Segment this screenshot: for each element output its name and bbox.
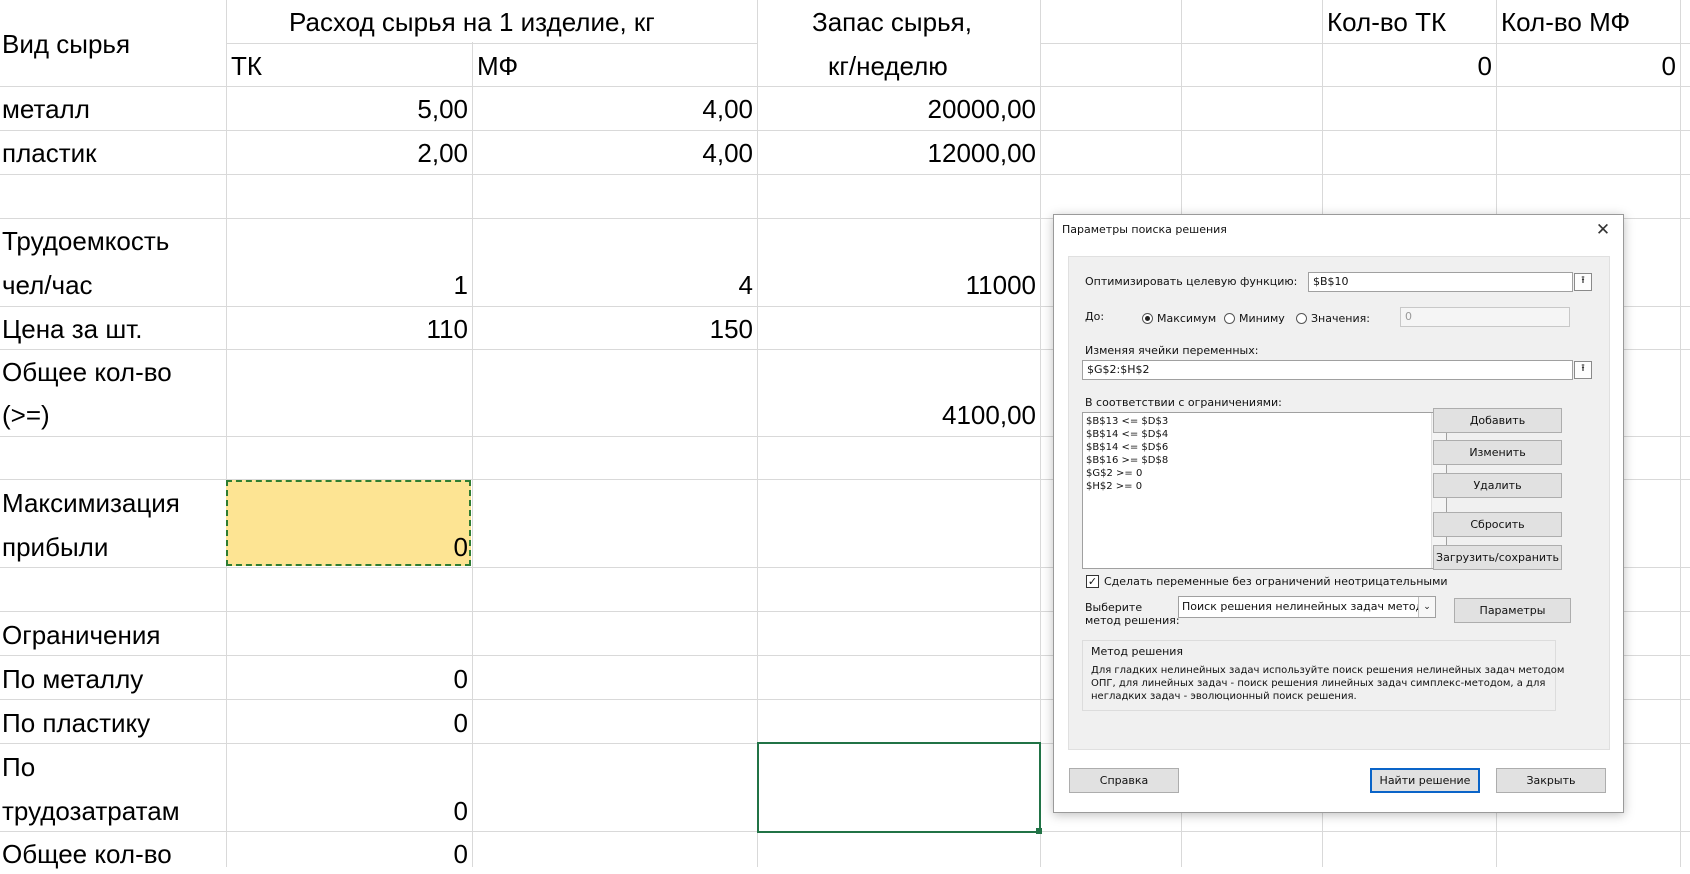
row-label-c-metal[interactable]: По металлу [2, 659, 143, 699]
close-button[interactable]: Закрыть [1496, 768, 1606, 793]
qty-tk-value[interactable]: 0 [1330, 46, 1492, 86]
header-qty-tk[interactable]: Кол-во ТК [1327, 2, 1446, 42]
grid-row-line [0, 130, 1690, 131]
constraints-list[interactable]: $B$13 <= $D$3 $B$14 <= $D$4 $B$14 <= $D$… [1082, 412, 1447, 569]
maxprofit-value[interactable]: 0 [230, 527, 468, 567]
changing-collapse-icon[interactable]: ⭱ [1574, 361, 1592, 379]
objective-input[interactable]: $B$10 [1308, 272, 1573, 292]
header-qty-mf[interactable]: Кол-во МФ [1501, 2, 1630, 42]
to-label: До: [1085, 310, 1105, 323]
total-stock-value[interactable]: 4100,00 [760, 395, 1036, 435]
method-desc-line2: ОПГ, для линейных задач - поиск решения … [1091, 678, 1546, 689]
method-desc-line3: негладких задач - эволюционный поиск реш… [1091, 691, 1357, 702]
header-material-type[interactable]: Вид сырья [2, 24, 130, 64]
value-input[interactable]: 0 [1400, 307, 1570, 327]
row-label-c-total[interactable]: Общее кол-во [2, 834, 172, 874]
row-label-c-plastic[interactable]: По пластику [2, 703, 150, 743]
objective-label: Оптимизировать целевую функцию: [1085, 275, 1298, 288]
grid-row-line [226, 43, 757, 44]
metal-tk-value[interactable]: 5,00 [230, 89, 468, 129]
constraint-item[interactable]: $B$14 <= $D$4 [1083, 428, 1446, 441]
parameters-button[interactable]: Параметры [1454, 598, 1571, 623]
method-desc-line1: Для гладких нелинейных задач используйте… [1091, 665, 1565, 676]
nonneg-checkbox[interactable]: ✓ [1086, 575, 1099, 588]
method-select-value: Поиск решения нелинейных задач методом О… [1182, 600, 1436, 613]
radio-max-label[interactable]: Максимум [1157, 312, 1216, 325]
changing-cells-input[interactable]: $G$2:$H$2 [1082, 360, 1573, 380]
metal-mf-value[interactable]: 4,00 [476, 89, 753, 129]
qty-mf-value[interactable]: 0 [1500, 46, 1676, 86]
add-button[interactable]: Добавить [1433, 408, 1562, 433]
nonneg-label[interactable]: Сделать переменные без ограничений неотр… [1104, 575, 1448, 588]
price-mf-value[interactable]: 150 [476, 309, 753, 349]
dialog-body: Оптимизировать целевую функцию: $B$10 ⭱ … [1068, 256, 1610, 750]
header-usage-per-item[interactable]: Расход сырья на 1 изделие, кг [289, 2, 655, 42]
labor-mf-value[interactable]: 4 [476, 265, 753, 305]
change-button[interactable]: Изменить [1433, 440, 1562, 465]
header-tk[interactable]: ТК [231, 46, 262, 86]
metal-stock-value[interactable]: 20000,00 [760, 89, 1036, 129]
plastic-tk-value[interactable]: 2,00 [230, 133, 468, 173]
method-select[interactable]: Поиск решения нелинейных задач методом О… [1178, 596, 1436, 618]
grid-row-line [0, 174, 1690, 175]
c-plastic-value[interactable]: 0 [230, 703, 468, 743]
method-label-line1: Выберите [1085, 601, 1143, 614]
dialog-title: Параметры поиска решения [1062, 223, 1227, 236]
radio-min-label[interactable]: Миниму [1239, 312, 1285, 325]
row-label-constraints[interactable]: Ограничения [2, 615, 160, 655]
header-stock-line2[interactable]: кг/неделю [828, 46, 948, 86]
c-total-value[interactable]: 0 [230, 834, 468, 874]
constraint-item[interactable]: $B$13 <= $D$3 [1083, 415, 1446, 428]
header-stock-line1[interactable]: Запас сырья, [812, 2, 972, 42]
load-save-button[interactable]: Загрузить/сохранить [1433, 545, 1562, 570]
row-label-c-labor-line1[interactable]: По [2, 747, 35, 787]
constraint-item[interactable]: $G$2 >= 0 [1083, 467, 1446, 480]
price-tk-value[interactable]: 110 [230, 309, 468, 349]
labor-stock-value[interactable]: 11000 [760, 265, 1036, 305]
plastic-mf-value[interactable]: 4,00 [476, 133, 753, 173]
close-icon[interactable]: ✕ [1589, 216, 1617, 244]
constraint-item[interactable]: $B$16 >= $D$8 [1083, 454, 1446, 467]
grid-row-line [1040, 43, 1690, 44]
chevron-down-icon[interactable]: ⌄ [1418, 597, 1435, 617]
reset-button[interactable]: Сбросить [1433, 512, 1562, 537]
radio-max[interactable] [1142, 313, 1153, 324]
plastic-stock-value[interactable]: 12000,00 [760, 133, 1036, 173]
active-cell-selection[interactable] [757, 742, 1041, 833]
row-label-plastic[interactable]: пластик [2, 133, 97, 173]
row-label-labor-line2[interactable]: чел/час [2, 265, 93, 305]
solve-button[interactable]: Найти решение [1370, 768, 1480, 793]
changing-cells-label: Изменяя ячейки переменных: [1085, 344, 1259, 357]
constraints-label: В соответствии с ограничениями: [1085, 396, 1282, 409]
row-label-price[interactable]: Цена за шт. [2, 309, 142, 349]
labor-tk-value[interactable]: 1 [230, 265, 468, 305]
radio-min[interactable] [1224, 313, 1235, 324]
c-metal-value[interactable]: 0 [230, 659, 468, 699]
header-mf[interactable]: МФ [477, 46, 518, 86]
radio-value[interactable] [1296, 313, 1307, 324]
row-label-total-line1[interactable]: Общее кол-во [2, 352, 172, 392]
solver-parameters-dialog: Параметры поиска решения ✕ Оптимизироват… [1053, 214, 1624, 813]
constraint-item[interactable]: $H$2 >= 0 [1083, 480, 1446, 493]
row-label-maxprofit-line1[interactable]: Максимизация [2, 483, 180, 523]
fill-handle[interactable] [1036, 828, 1042, 834]
row-label-metal[interactable]: металл [2, 89, 90, 129]
row-label-c-labor-line2[interactable]: трудозатратам [2, 791, 180, 831]
method-group-title: Метод решения [1091, 645, 1184, 658]
radio-value-label[interactable]: Значения: [1311, 312, 1370, 325]
row-label-labor-line1[interactable]: Трудоемкость [2, 221, 169, 261]
row-label-maxprofit-line2[interactable]: прибыли [2, 527, 108, 567]
objective-collapse-icon[interactable]: ⭱ [1574, 273, 1592, 291]
grid-row-line [0, 86, 1690, 87]
constraint-item[interactable]: $B$14 <= $D$6 [1083, 441, 1446, 454]
method-label-line2: метод решения: [1085, 614, 1180, 627]
help-button[interactable]: Справка [1069, 768, 1179, 793]
row-label-total-line2[interactable]: (>=) [2, 395, 50, 435]
delete-button[interactable]: Удалить [1433, 473, 1562, 498]
c-labor-value[interactable]: 0 [230, 791, 468, 831]
method-description-group: Метод решения Для гладких нелинейных зад… [1082, 640, 1564, 711]
